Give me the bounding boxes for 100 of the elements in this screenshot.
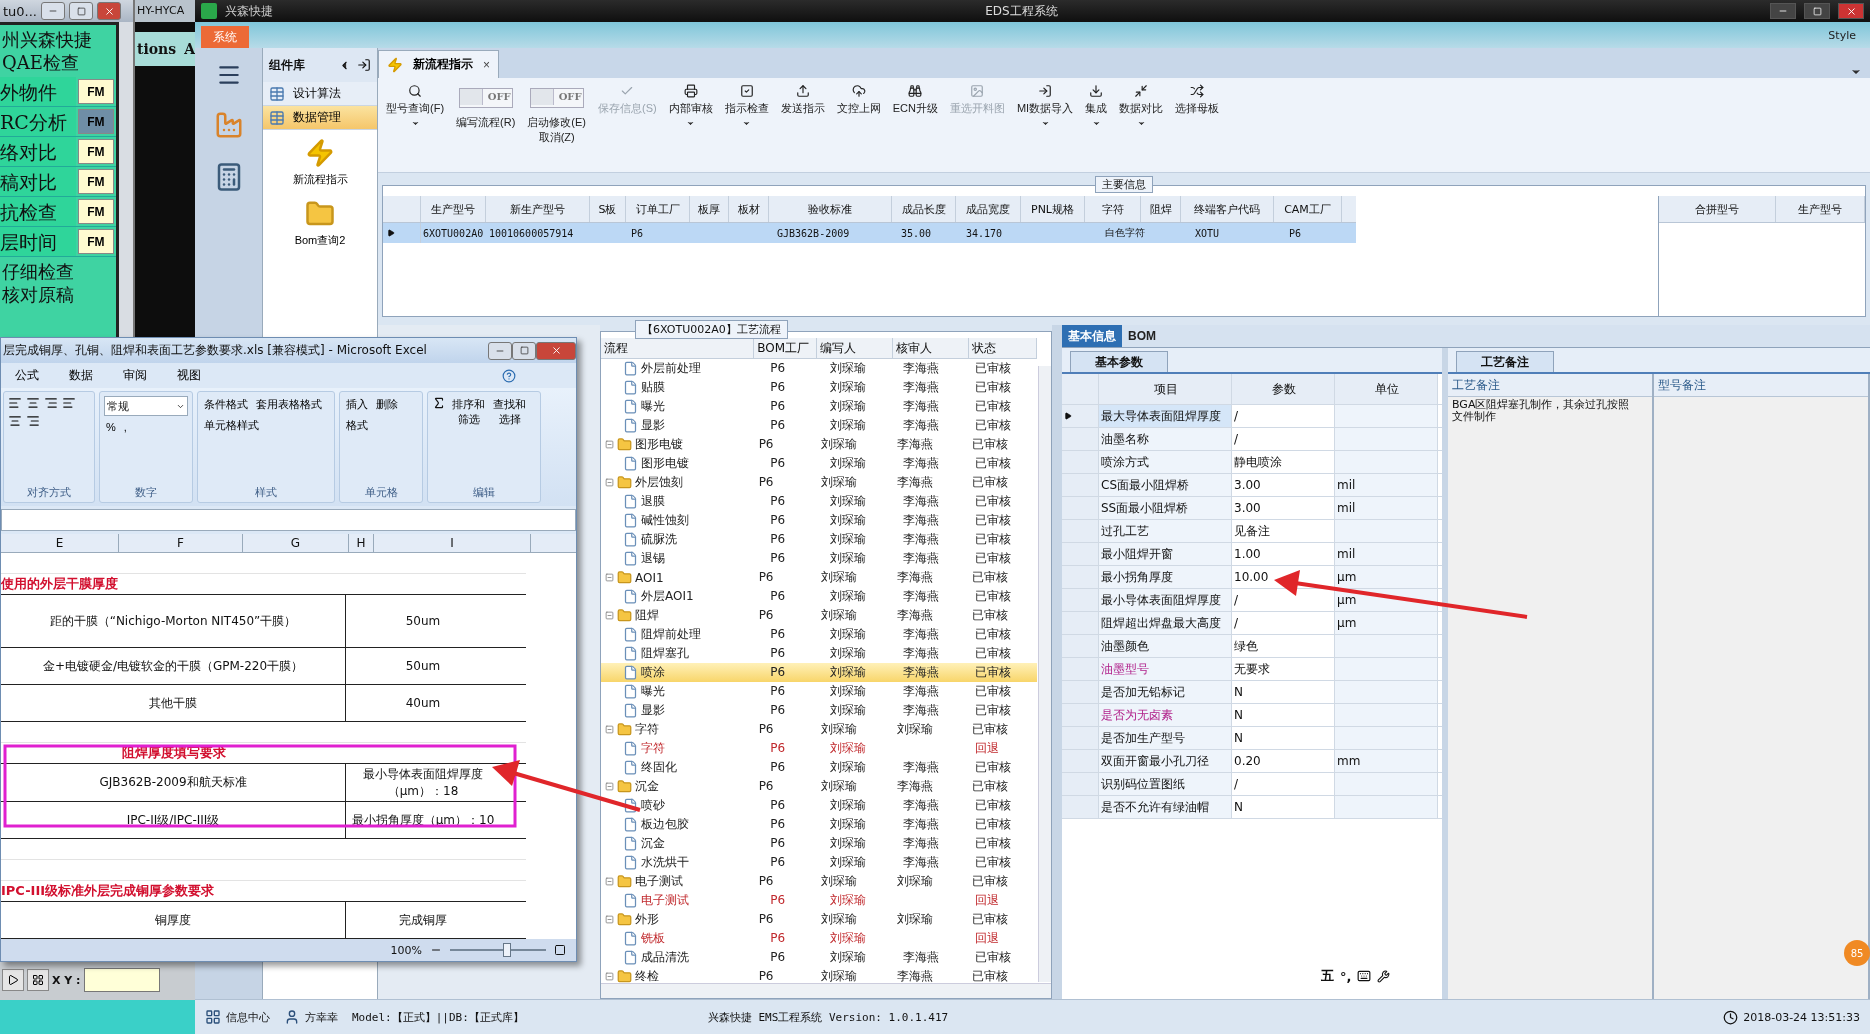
sum-icon[interactable] [432,396,446,410]
punctuation-mode[interactable]: °, [1340,968,1352,984]
column-header[interactable]: 字符 [1085,196,1141,222]
param-row[interactable]: 油墨名称 / [1062,428,1442,451]
fm-button[interactable]: FM [77,199,114,224]
column-header[interactable]: 验收标准 [769,196,892,222]
collapse-icon[interactable] [605,877,614,886]
tree-row[interactable]: 显影 P6 刘琛瑜 李海燕 已审核 [601,701,1037,720]
shortcut-item[interactable]: Bom查询2 [263,191,377,252]
sign-in-icon[interactable] [357,58,371,72]
tree-row[interactable]: 字符 P6 刘琛瑜 回退 [601,739,1037,758]
collapse-icon[interactable] [605,478,614,487]
param-row[interactable]: 双面开窗最小孔刀径 0.20 mm [1062,750,1442,773]
column-header[interactable]: F [119,534,243,552]
toggle-switch[interactable]: OFF 启动修改(E) 取消(Z) [525,82,588,168]
tree-row[interactable]: 碱性蚀刻 P6 刘琛瑜 李海燕 已审核 [601,511,1037,530]
number-format-dropdown[interactable]: 常规 [104,396,188,416]
align-icon[interactable] [8,396,22,410]
column-header[interactable]: 合拼型号 [1659,196,1777,222]
close-button[interactable] [1838,3,1864,19]
tab[interactable]: 工艺备注 [1456,351,1554,372]
maximize-button[interactable] [69,2,93,20]
param-row[interactable]: 最小拐角厚度 10.00 μm [1062,566,1442,589]
align-icon[interactable] [26,414,40,428]
column-header[interactable]: BOM工厂 [754,338,818,358]
column-header[interactable]: E [1,534,119,552]
param-row[interactable]: 是否不允许有绿油帽 N [1062,796,1442,819]
scrollbar[interactable] [601,983,1051,998]
format-button[interactable]: % [104,420,118,434]
column-header[interactable]: 板材 [729,196,769,222]
zoom-in-icon[interactable] [554,944,566,956]
column-header[interactable]: 编写人 [817,338,894,358]
table-row[interactable]: 6XOTU002A0 10010600057914 P6 GJB362B-2009 35.00 34.170 白色字符 XOTU P6 [383,223,1356,243]
menu-item[interactable]: tions [136,41,177,57]
tree-row[interactable]: 铣板 P6 刘琛瑜 回退 [601,929,1037,948]
tree-row[interactable]: 外层蚀刻 P6 刘琛瑜 李海燕 已审核 [601,473,1037,492]
close-button[interactable] [536,341,576,360]
column-header[interactable]: G [243,534,349,552]
document-tab[interactable]: 新流程指示 × [378,50,499,78]
param-row[interactable]: 识别码位置图纸 / [1062,773,1442,796]
column-header[interactable]: 成品长度 [892,196,956,222]
tree-row[interactable]: 退膜 P6 刘琛瑜 李海燕 已审核 [601,492,1037,511]
param-row[interactable]: 喷涂方式 静电喷涂 [1062,451,1442,474]
column-header[interactable]: S板 [590,196,626,222]
shortcut-item[interactable]: 新流程指示 [263,130,377,191]
tab[interactable]: 基本信息 [1062,325,1122,347]
fm-button[interactable]: FM [77,229,114,254]
toolbar-button[interactable]: 文控上网 [834,82,883,168]
tab[interactable]: BOM [1122,325,1162,347]
collapse-icon[interactable] [605,573,614,582]
fm-button[interactable]: FM [77,139,114,164]
ribbon-command[interactable]: 查找和 选择 [491,396,528,428]
tree-row[interactable]: 外层前处理 P6 刘琛瑜 李海燕 已审核 [601,359,1037,378]
tree-row[interactable]: 硫脲洗 P6 刘琛瑜 李海燕 已审核 [601,530,1037,549]
row-header[interactable] [1062,405,1099,427]
column-header[interactable]: CAM工厂 [1274,196,1342,222]
column-header[interactable]: 参数 [1232,374,1335,404]
input-mode[interactable]: 五 [1321,967,1334,985]
tree-row[interactable]: 电子测试 P6 刘琛瑜 刘琛瑜 已审核 [601,872,1037,891]
tree-row[interactable]: 外层AOI1 P6 刘琛瑜 李海燕 已审核 [601,587,1037,606]
tree-row[interactable]: 阻焊 P6 刘琛瑜 李海燕 已审核 [601,606,1037,625]
param-row[interactable]: 阻焊超出焊盘最大高度 / μm [1062,612,1442,635]
tree-row[interactable]: 显影 P6 刘琛瑜 李海燕 已审核 [601,416,1037,435]
fm-button[interactable]: FM [77,169,114,194]
param-row[interactable]: 是否加无铅标记 N [1062,681,1442,704]
column-header[interactable]: 状态 [968,338,1037,358]
ribbon-command[interactable]: 单元格样式 [202,417,261,434]
param-row[interactable]: 最小阻焊开窗 1.00 mil [1062,543,1442,566]
toolbar-button[interactable]: 内部审核 [666,82,715,168]
angle-tool-button[interactable] [2,969,24,991]
tree-row[interactable]: 外形 P6 刘琛瑜 刘琛瑜 已审核 [601,910,1037,929]
tree-row[interactable]: 终固化 P6 刘琛瑜 李海燕 已审核 [601,758,1037,777]
ribbon-tab[interactable]: 审阅 [123,367,147,384]
ribbon-command[interactable]: 条件格式 [202,396,250,413]
column-header[interactable]: I [374,534,531,552]
minimize-button[interactable] [488,341,512,360]
column-header[interactable]: 终端客户代码 [1181,196,1274,222]
param-row[interactable]: 最大导体表面阻焊厚度 / [1062,405,1442,428]
column-header[interactable]: H [349,534,374,552]
tree-row[interactable]: 终检 P6 刘琛瑜 李海燕 已审核 [601,967,1037,983]
tree-row[interactable]: AOI1 P6 刘琛瑜 李海燕 已审核 [601,568,1037,587]
toolbar-button[interactable]: 型号查询(F) [384,82,447,168]
param-row[interactable]: 是否加生产型号 N [1062,727,1442,750]
align-icon[interactable] [26,396,40,410]
toolbar-button[interactable]: 指示检查 [722,82,771,168]
column-header[interactable]: 阻焊 [1141,196,1181,222]
tab[interactable]: 基本参数 [1070,351,1168,372]
toolbar-button[interactable]: ECN升级 [890,82,940,168]
ribbon-command[interactable]: 插入 [344,396,370,413]
ribbon-tab[interactable]: 数据 [69,367,93,384]
collapse-icon[interactable] [605,725,614,734]
column-header[interactable]: 新生产型号 [486,196,590,222]
toolbar-button[interactable]: 发送指示 [778,82,827,168]
column-header[interactable]: 生产型号 [421,196,486,222]
tree-row[interactable]: 板边包胶 P6 刘琛瑜 李海燕 已审核 [601,815,1037,834]
tree-row[interactable]: 曝光 P6 刘琛瑜 李海燕 已审核 [601,397,1037,416]
close-button[interactable] [97,2,121,20]
keyboard-icon[interactable] [1357,969,1372,983]
param-row[interactable]: 油墨型号 无要求 [1062,658,1442,681]
collapse-icon[interactable] [605,611,614,620]
